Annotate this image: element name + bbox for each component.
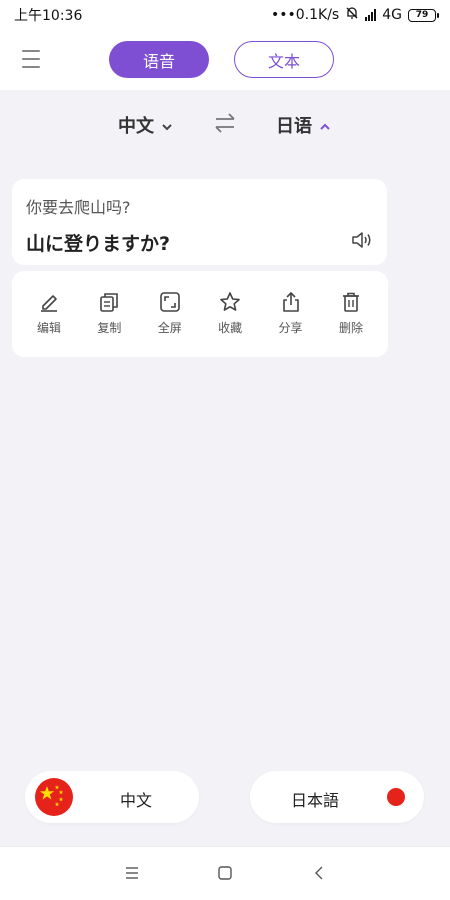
copy-label: 复制 — [97, 321, 122, 335]
system-nav-bar — [0, 846, 450, 900]
japan-flag-icon — [387, 788, 405, 806]
speak-chinese-button[interactable]: 中文 — [25, 771, 199, 823]
japanese-label: 日本語 — [291, 791, 340, 810]
share-icon — [282, 291, 299, 312]
bell-muted-icon — [345, 6, 359, 24]
fullscreen-icon — [159, 292, 180, 312]
swap-icon — [215, 113, 235, 133]
home-icon[interactable] — [217, 865, 233, 885]
favorite-label: 收藏 — [218, 321, 243, 335]
source-text: 你要去爬山吗? — [26, 198, 131, 217]
copy-icon — [100, 293, 119, 312]
edit-button[interactable]: 编辑 — [20, 271, 78, 357]
tab-voice[interactable]: 语音 — [109, 41, 209, 78]
signal-icon — [365, 9, 377, 21]
status-indicators: •••0.1K/s 4G 79 — [271, 6, 439, 24]
speak-japanese-button[interactable]: 日本語 — [250, 771, 424, 823]
copy-button[interactable]: 复制 — [80, 271, 138, 357]
app-header: 语音 文本 — [0, 30, 450, 90]
status-bar: 上午10:36 •••0.1K/s 4G 79 — [0, 0, 450, 30]
share-button[interactable]: 分享 — [262, 271, 320, 357]
edit-icon — [41, 295, 57, 312]
fullscreen-label: 全屏 — [157, 321, 182, 335]
actions-card: 编辑 复制 全屏 收藏 分享 删除 — [12, 271, 388, 357]
network-type: 4G — [382, 7, 402, 23]
back-icon[interactable] — [313, 865, 325, 885]
source-language-label: 中文 — [118, 116, 154, 137]
battery-icon: 79 — [408, 8, 439, 22]
edit-label: 编辑 — [36, 321, 61, 335]
tab-text-label: 文本 — [267, 51, 300, 71]
chevron-up-icon — [320, 115, 330, 136]
translation-card: 你要去爬山吗? 山に登りますか? — [12, 179, 387, 265]
menu-icon[interactable] — [22, 50, 42, 68]
share-label: 分享 — [278, 321, 303, 335]
status-time: 上午10:36 — [14, 8, 83, 24]
speaker-icon[interactable] — [351, 231, 373, 253]
swap-languages-button[interactable] — [213, 112, 237, 138]
source-language-dropdown[interactable]: 中文 — [118, 112, 172, 138]
language-selector: 中文 日语 — [0, 92, 450, 154]
network-speed: •••0.1K/s — [271, 7, 340, 23]
tab-text[interactable]: 文本 — [234, 41, 334, 78]
delete-label: 删除 — [338, 321, 363, 335]
chinese-label: 中文 — [120, 791, 153, 810]
target-language-label: 日语 — [276, 116, 312, 137]
tab-voice-label: 语音 — [142, 51, 175, 71]
fullscreen-button[interactable]: 全屏 — [141, 271, 199, 357]
favorite-button[interactable]: 收藏 — [201, 271, 259, 357]
star-icon — [220, 292, 240, 311]
trash-icon — [342, 292, 359, 312]
translated-text: 山に登りますか? — [26, 233, 171, 255]
chevron-down-icon — [162, 115, 172, 136]
target-language-dropdown[interactable]: 日语 — [276, 112, 330, 138]
delete-button[interactable]: 删除 — [322, 271, 380, 357]
battery-level: 79 — [415, 10, 429, 20]
recent-apps-icon[interactable] — [124, 865, 140, 885]
china-flag-icon — [35, 778, 73, 816]
